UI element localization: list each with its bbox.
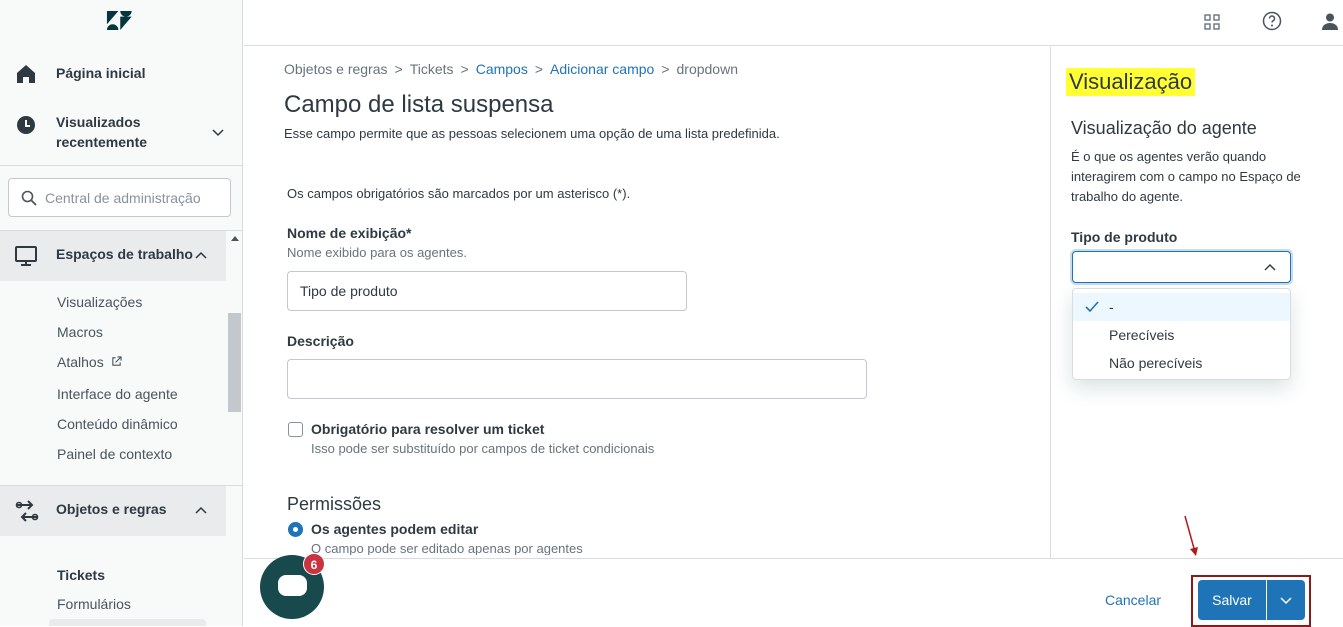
dropdown-option[interactable]: Perecíveis <box>1073 321 1290 349</box>
preview-dropdown-menu: - Perecíveis Não perecíveis <box>1072 288 1291 380</box>
sidebar-item-macros[interactable]: Macros <box>57 324 103 340</box>
scroll-up-arrow-icon[interactable] <box>231 236 239 241</box>
required-fields-note: Os campos obrigatórios são marcados por … <box>287 186 631 201</box>
nav-recent-label: Visualizados recentemente <box>56 114 148 150</box>
breadcrumb-separator: > <box>661 61 670 77</box>
annotation-arrow-icon <box>1184 515 1198 556</box>
required-checkbox-hint: Isso pode ser substituído por campos de … <box>311 441 655 456</box>
chevron-up-icon <box>195 506 207 514</box>
display-name-value: Tipo de produto <box>300 283 398 299</box>
permission-radio-agents-edit[interactable] <box>288 522 303 537</box>
objects-rules-icon <box>15 500 39 522</box>
chevron-up-icon <box>1264 264 1276 271</box>
page-title: Campo de lista suspensa <box>284 91 554 118</box>
chevron-down-icon <box>212 129 224 137</box>
description-input[interactable] <box>287 359 867 399</box>
breadcrumb: Objetos e regras > Tickets > Campos > Adiciona… <box>284 61 738 77</box>
monitor-icon <box>15 246 37 266</box>
required-checkbox-label[interactable]: Obrigatório para resolver um ticket <box>311 421 544 437</box>
sidebar-item-interface-agente[interactable]: Interface do agente <box>57 386 178 402</box>
external-link-icon <box>111 356 122 366</box>
breadcrumb-current: dropdown <box>676 61 739 77</box>
permissions-heading: Permissões <box>287 494 382 514</box>
main-content: Objetos e regras > Tickets > Campos > Adiciona… <box>244 47 1050 558</box>
nav-home-label: Página inicial <box>56 65 146 81</box>
breadcrumb-link[interactable]: Adicionar campo <box>550 61 654 77</box>
chat-notification-badge: 6 <box>303 553 325 575</box>
nav-home[interactable]: Página inicial <box>0 60 242 86</box>
nav-objects-rules[interactable]: Objetos e regras <box>0 486 226 536</box>
dropdown-option-label: - <box>1109 299 1114 315</box>
dropdown-option[interactable]: - <box>1073 293 1290 321</box>
search-placeholder: Central de administração <box>45 190 201 206</box>
user-avatar-icon[interactable] <box>1320 11 1340 31</box>
checkmark-icon <box>1085 301 1099 313</box>
chat-bubble-icon <box>278 575 307 596</box>
preview-title: Visualização <box>1066 68 1196 96</box>
breadcrumb-item[interactable]: Tickets <box>410 61 454 77</box>
top-bar <box>244 0 1343 46</box>
sidebar-item-visualizacoes[interactable]: Visualizações <box>57 294 142 310</box>
display-name-input[interactable]: Tipo de produto <box>287 271 687 311</box>
home-icon <box>17 65 35 83</box>
nav-workspaces-label: Espaços de trabalho <box>56 246 193 262</box>
clock-icon <box>17 116 35 134</box>
search-icon <box>21 190 37 206</box>
breadcrumb-link[interactable]: Campos <box>476 61 528 77</box>
sidebar-item-tickets[interactable]: Tickets <box>57 567 105 583</box>
sidebar-item-atalhos-label: Atalhos <box>57 354 104 370</box>
nav-recent[interactable]: Visualizados recentemente <box>0 111 242 155</box>
preview-panel: Visualização Visualização do agente É o … <box>1050 47 1343 558</box>
page-subtitle: Esse campo permite que as pessoas seleci… <box>284 126 780 141</box>
save-button[interactable]: Salvar <box>1198 580 1266 620</box>
agent-preview-description: É o que os agentes verão quando interagi… <box>1071 149 1301 204</box>
description-label: Descrição <box>287 333 354 349</box>
sidebar-item-atalhos[interactable]: Atalhos <box>57 354 122 370</box>
save-options-button[interactable] <box>1267 580 1305 620</box>
breadcrumb-item[interactable]: Objetos e regras <box>284 61 388 77</box>
display-name-label: Nome de exibição* <box>287 225 412 241</box>
sidebar: Página inicial Visualizados recentemente… <box>0 0 243 626</box>
breadcrumb-separator: > <box>460 61 469 77</box>
sidebar-item-painel-contexto[interactable]: Painel de contexto <box>57 446 172 462</box>
breadcrumb-separator: > <box>534 61 544 77</box>
dropdown-option-label: Não perecíveis <box>1109 355 1203 371</box>
required-checkbox[interactable] <box>288 422 303 437</box>
dropdown-option[interactable]: Não perecíveis <box>1073 349 1290 377</box>
display-name-hint: Nome exibido para os agentes. <box>287 245 467 260</box>
sidebar-item-conteudo-dinamico[interactable]: Conteúdo dinâmico <box>57 416 178 432</box>
permission-radio-hint: O campo pode ser editado apenas por agen… <box>311 541 583 555</box>
cancel-button[interactable]: Cancelar <box>1105 592 1161 608</box>
dropdown-option-label: Perecíveis <box>1109 327 1175 343</box>
permission-radio-label[interactable]: Os agentes podem editar <box>311 521 478 537</box>
sidebar-item-formularios[interactable]: Formulários <box>57 596 131 612</box>
sidebar-divider <box>0 165 242 166</box>
zendesk-logo-icon[interactable] <box>106 10 134 32</box>
chevron-down-icon <box>1280 597 1292 605</box>
breadcrumb-separator: > <box>394 61 403 77</box>
sidebar-active-item-highlight[interactable] <box>49 619 206 626</box>
nav-workspaces[interactable]: Espaços de trabalho <box>0 231 226 281</box>
apps-grid-icon[interactable] <box>1202 12 1222 32</box>
admin-search-input[interactable]: Central de administração <box>8 178 231 217</box>
nav-objects-rules-label: Objetos e regras <box>56 501 167 517</box>
footer-bar: Cancelar Salvar <box>244 558 1343 627</box>
help-icon[interactable] <box>1262 11 1282 31</box>
sidebar-scrollbar[interactable] <box>228 313 241 412</box>
chevron-up-icon <box>195 251 207 259</box>
preview-field-label: Tipo de produto <box>1071 229 1178 245</box>
preview-product-type-select[interactable] <box>1072 251 1291 283</box>
agent-preview-heading: Visualização do agente <box>1071 118 1257 138</box>
